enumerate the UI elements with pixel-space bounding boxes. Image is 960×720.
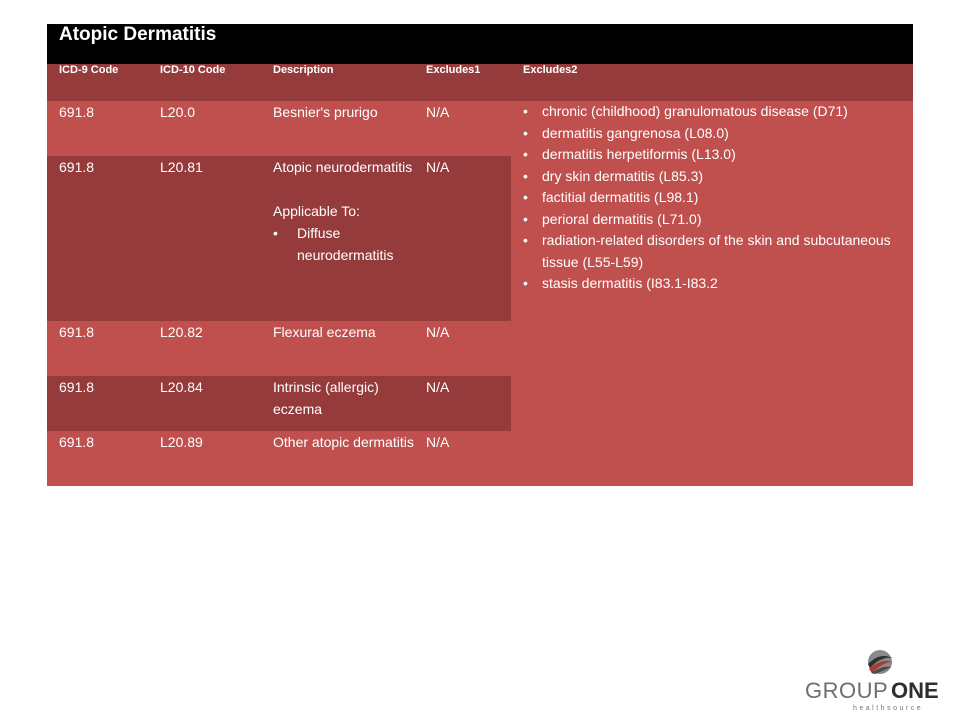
header-icd10: ICD-10 Code <box>148 64 261 101</box>
excludes2-item: dermatitis gangrenosa (L08.0) <box>523 123 913 145</box>
logo-group-text: GROUP <box>805 678 888 703</box>
excludes2-item: radiation-related disorders of the skin … <box>523 230 913 273</box>
cell-excludes1: N/A <box>414 101 511 156</box>
cell-icd9: 691.8 <box>47 156 148 321</box>
header-icd9: ICD-9 Code <box>47 64 148 101</box>
cell-description: Intrinsic (allergic) eczema <box>261 376 414 431</box>
cell-excludes2: chronic (childhood) granulomatous diseas… <box>511 101 914 486</box>
cell-icd9: 691.8 <box>47 376 148 431</box>
excludes2-item: chronic (childhood) granulomatous diseas… <box>523 101 913 123</box>
excludes2-list: chronic (childhood) granulomatous diseas… <box>523 101 913 295</box>
excludes2-item: perioral dermatitis (L71.0) <box>523 209 913 231</box>
cell-icd9: 691.8 <box>47 101 148 156</box>
cell-excludes1: N/A <box>414 321 511 376</box>
table-title: Atopic Dermatitis <box>47 24 914 64</box>
cell-icd10: L20.82 <box>148 321 261 376</box>
cell-icd10: L20.84 <box>148 376 261 431</box>
groupone-logo: GROUP ONE healthsource <box>805 650 939 712</box>
applicable-label: Applicable To: <box>273 203 360 219</box>
title-row: Atopic Dermatitis <box>47 24 914 64</box>
cell-icd10: L20.0 <box>148 101 261 156</box>
cell-icd10: L20.81 <box>148 156 261 321</box>
excludes2-item: dry skin dermatitis (L85.3) <box>523 166 913 188</box>
cell-description: Besnier's prurigo <box>261 101 414 156</box>
logo-one-text: ONE <box>891 678 939 703</box>
header-excludes2: Excludes2 <box>511 64 914 101</box>
header-excludes1: Excludes1 <box>414 64 511 101</box>
cell-description: Flexural eczema <box>261 321 414 376</box>
excludes2-item: dermatitis herpetiformis (L13.0) <box>523 144 913 166</box>
logo-tagline: healthsource <box>853 705 923 712</box>
logo-globe-icon <box>868 650 892 674</box>
header-row: ICD-9 Code ICD-10 Code Description Exclu… <box>47 64 914 101</box>
cell-icd9: 691.8 <box>47 321 148 376</box>
header-description: Description <box>261 64 414 101</box>
excludes2-item: factitial dermatitis (L98.1) <box>523 187 913 209</box>
cell-icd9: 691.8 <box>47 431 148 486</box>
cell-description: Atopic neurodermatitis Applicable To: Di… <box>261 156 414 321</box>
excludes2-item: stasis dermatitis (I83.1-I83.2 <box>523 273 913 295</box>
description-text: Atopic neurodermatitis <box>273 159 413 175</box>
applicable-list: Diffuse neurodermatitis <box>273 222 414 266</box>
cell-excludes1: N/A <box>414 431 511 486</box>
cell-icd10: L20.89 <box>148 431 261 486</box>
table-row: 691.8 L20.0 Besnier's prurigo N/A chroni… <box>47 101 914 486</box>
cell-excludes1: N/A <box>414 376 511 431</box>
codes-table: Atopic Dermatitis ICD-9 Code ICD-10 Code… <box>47 24 914 486</box>
cell-excludes1: N/A <box>414 156 511 321</box>
cell-description: Other atopic dermatitis <box>261 431 414 486</box>
applicable-item: Diffuse neurodermatitis <box>273 222 414 266</box>
